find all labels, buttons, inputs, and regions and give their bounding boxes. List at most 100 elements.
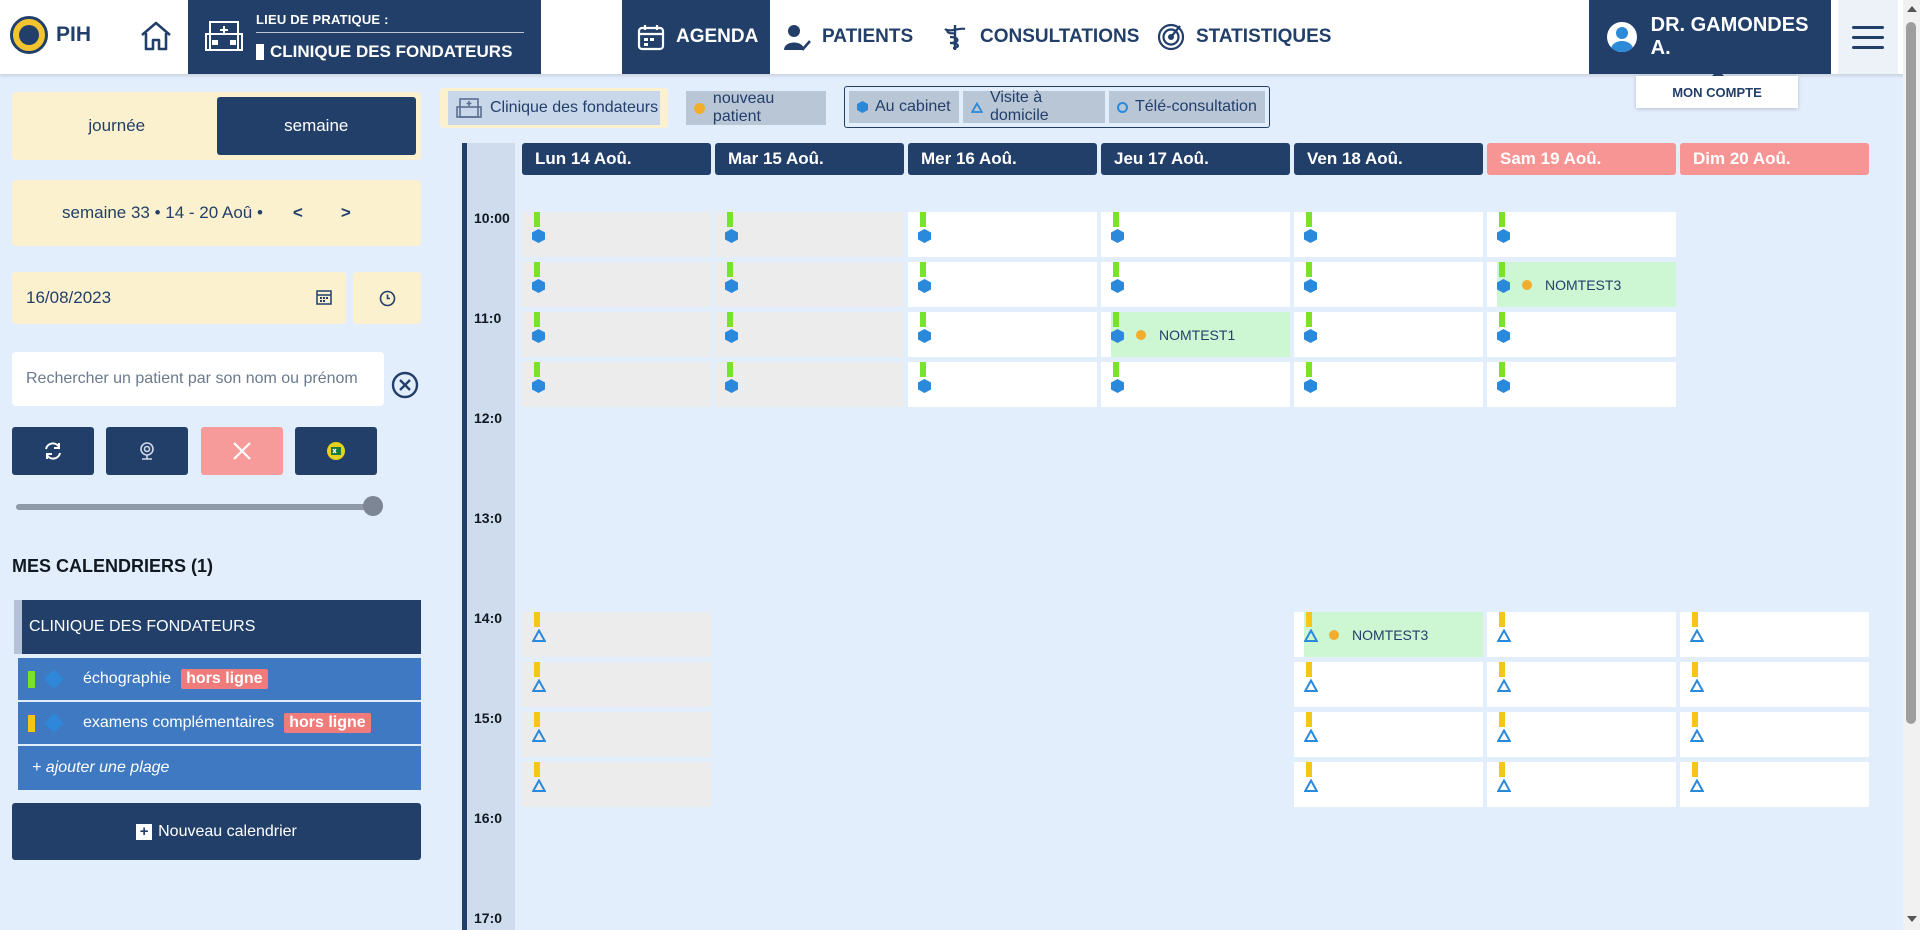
refresh-icon bbox=[45, 442, 61, 460]
time-slot[interactable] bbox=[1101, 262, 1290, 307]
time-slot[interactable] bbox=[522, 362, 711, 407]
time-slot[interactable] bbox=[1680, 712, 1869, 757]
add-plage-button[interactable]: + ajouter une plage bbox=[18, 746, 421, 790]
teleconsultation-filter[interactable]: Télé-consultation bbox=[1109, 91, 1265, 123]
app-logo[interactable]: PIH bbox=[10, 16, 91, 54]
date-input[interactable]: 16/08/2023 bbox=[12, 272, 346, 324]
nav-agenda[interactable]: AGENDA bbox=[622, 0, 771, 74]
calendars-title: MES CALENDRIERS (1) bbox=[12, 556, 214, 576]
nav-patients[interactable]: PATIENTS bbox=[782, 0, 913, 74]
view-week-button[interactable]: semaine bbox=[216, 97, 416, 155]
patient-search-input[interactable]: Rechercher un patient par son nom ou pré… bbox=[12, 352, 384, 406]
time-slot[interactable] bbox=[1680, 662, 1869, 707]
time-slot[interactable] bbox=[908, 312, 1097, 357]
time-slot[interactable] bbox=[1294, 712, 1483, 757]
time-slot[interactable] bbox=[1294, 362, 1483, 407]
time-slot[interactable] bbox=[522, 612, 711, 657]
time-slot[interactable] bbox=[715, 262, 904, 307]
plage-item[interactable]: examens complémentaires hors ligne bbox=[18, 702, 421, 744]
time-slot[interactable] bbox=[908, 262, 1097, 307]
plage-item[interactable]: échographie hors ligne bbox=[18, 658, 421, 700]
time-slot[interactable] bbox=[1487, 362, 1676, 407]
day-header[interactable]: Mar 15 Aoû. bbox=[715, 143, 904, 175]
excel-icon bbox=[327, 442, 345, 460]
time-slot[interactable] bbox=[715, 312, 904, 357]
time-slot[interactable] bbox=[1487, 762, 1676, 807]
cabinet-filter[interactable]: Au cabinet bbox=[849, 91, 959, 123]
time-slot[interactable] bbox=[908, 362, 1097, 407]
time-slot[interactable] bbox=[1294, 762, 1483, 807]
domicile-filter[interactable]: Visite à domicile bbox=[963, 89, 1105, 124]
time-slot[interactable] bbox=[1294, 662, 1483, 707]
day-header[interactable]: Mer 16 Aoû. bbox=[908, 143, 1097, 175]
day-header[interactable]: Dim 20 Aoû. bbox=[1680, 143, 1869, 175]
scroll-down-icon[interactable] bbox=[1907, 916, 1917, 922]
cancel-button[interactable] bbox=[201, 427, 283, 475]
time-slot[interactable]: NOMTEST3 bbox=[1294, 612, 1483, 657]
clinic-filter[interactable]: Clinique des fondateurs bbox=[440, 88, 668, 128]
view-day-button[interactable]: journée bbox=[17, 97, 217, 155]
time-slot[interactable] bbox=[1680, 612, 1869, 657]
time-slot[interactable]: NOMTEST1 bbox=[1101, 312, 1290, 357]
export-excel-button[interactable] bbox=[295, 427, 377, 475]
nav-consultations[interactable]: CONSULTATIONS bbox=[940, 0, 1139, 74]
time-slot[interactable] bbox=[522, 662, 711, 707]
next-week-button[interactable]: > bbox=[333, 203, 359, 223]
time-slot[interactable] bbox=[1487, 312, 1676, 357]
time-slot[interactable] bbox=[522, 712, 711, 757]
zoom-slider[interactable] bbox=[16, 504, 376, 510]
scroll-up-icon[interactable] bbox=[1907, 6, 1917, 12]
clear-search-icon[interactable] bbox=[390, 370, 420, 400]
hour-label: 15:0 bbox=[474, 710, 503, 726]
refresh-button[interactable] bbox=[12, 427, 94, 475]
account-menu-item[interactable]: MON COMPTE bbox=[1636, 70, 1798, 108]
day-header[interactable]: Lun 14 Aoû. bbox=[522, 143, 711, 175]
time-slot[interactable] bbox=[1487, 662, 1676, 707]
hour-label: 16:0 bbox=[474, 810, 503, 826]
time-slot[interactable] bbox=[522, 212, 711, 257]
account-button[interactable]: DR. GAMONDES A. bbox=[1589, 0, 1831, 74]
plage-label: examens complémentaires bbox=[83, 714, 275, 731]
appointment-patient: NOMTEST3 bbox=[1545, 276, 1622, 293]
time-slot[interactable] bbox=[908, 212, 1097, 257]
appointment[interactable]: NOMTEST3 bbox=[1497, 262, 1676, 307]
appointment[interactable]: NOMTEST3 bbox=[1304, 612, 1483, 657]
caduceus-icon bbox=[944, 25, 966, 50]
time-slot[interactable] bbox=[1294, 262, 1483, 307]
calendar-header[interactable]: CLINIQUE DES FONDATEURS bbox=[14, 600, 421, 654]
time-slot[interactable] bbox=[715, 212, 904, 257]
status-badge: hors ligne bbox=[284, 713, 371, 733]
time-slot[interactable] bbox=[1294, 312, 1483, 357]
time-slot[interactable] bbox=[1487, 712, 1676, 757]
appointment[interactable]: NOMTEST1 bbox=[1111, 312, 1290, 357]
cabinet-icon bbox=[725, 229, 738, 243]
day-header[interactable]: Ven 18 Aoû. bbox=[1294, 143, 1483, 175]
menu-icon[interactable] bbox=[1838, 0, 1898, 74]
time-slot[interactable] bbox=[1101, 212, 1290, 257]
time-slot[interactable] bbox=[522, 312, 711, 357]
day-header[interactable]: Jeu 17 Aoû. bbox=[1101, 143, 1290, 175]
home-visit-icon bbox=[1304, 729, 1318, 742]
webcam-button[interactable] bbox=[106, 427, 188, 475]
time-slot[interactable] bbox=[715, 362, 904, 407]
time-slot[interactable] bbox=[522, 762, 711, 807]
time-slot[interactable] bbox=[522, 262, 711, 307]
time-slot[interactable] bbox=[1487, 612, 1676, 657]
cabinet-label: Au cabinet bbox=[875, 98, 951, 115]
time-slot[interactable] bbox=[1487, 212, 1676, 257]
scrollbar-thumb[interactable] bbox=[1906, 22, 1916, 724]
time-slot[interactable] bbox=[1101, 362, 1290, 407]
home-icon[interactable] bbox=[138, 18, 174, 54]
time-slot[interactable] bbox=[1294, 212, 1483, 257]
day-header[interactable]: Sam 19 Aoû. bbox=[1487, 143, 1676, 175]
prev-week-button[interactable]: < bbox=[285, 203, 311, 223]
zoom-slider-handle[interactable] bbox=[363, 496, 383, 516]
nav-statistiques[interactable]: STATISTIQUES bbox=[1156, 0, 1331, 74]
time-slot[interactable] bbox=[1680, 762, 1869, 807]
new-patient-filter[interactable]: nouveau patient bbox=[686, 90, 826, 125]
lieu-selector[interactable]: LIEU DE PRATIQUE : CLINIQUE DES FONDATEU… bbox=[188, 0, 714, 74]
calendar-picker-icon[interactable] bbox=[316, 289, 332, 305]
time-button[interactable] bbox=[353, 272, 421, 324]
new-calendar-button[interactable]: + Nouveau calendrier bbox=[12, 803, 421, 860]
time-slot[interactable]: NOMTEST3 bbox=[1487, 262, 1676, 307]
